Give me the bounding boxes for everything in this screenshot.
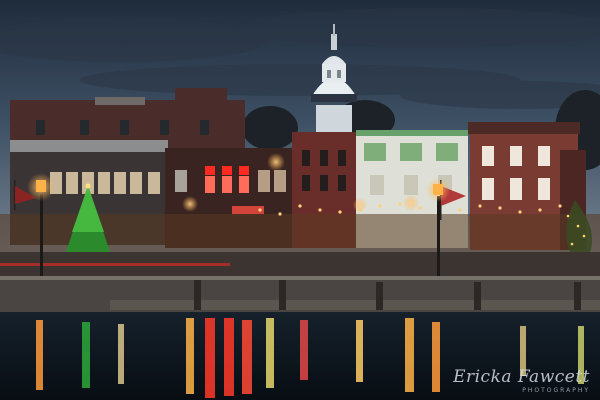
waterfront-photo: Ericka Fawcett PHOTOGRAPHY: [0, 0, 600, 400]
dock-top: [0, 276, 600, 280]
dock-edge: [110, 300, 600, 310]
signature-subtitle: PHOTOGRAPHY: [522, 387, 590, 394]
street-red-streaks: [0, 263, 230, 266]
signature-name: Ericka Fawcett: [453, 367, 590, 387]
photographer-signature: Ericka Fawcett PHOTOGRAPHY: [453, 369, 590, 394]
scene-svg: [0, 0, 600, 400]
